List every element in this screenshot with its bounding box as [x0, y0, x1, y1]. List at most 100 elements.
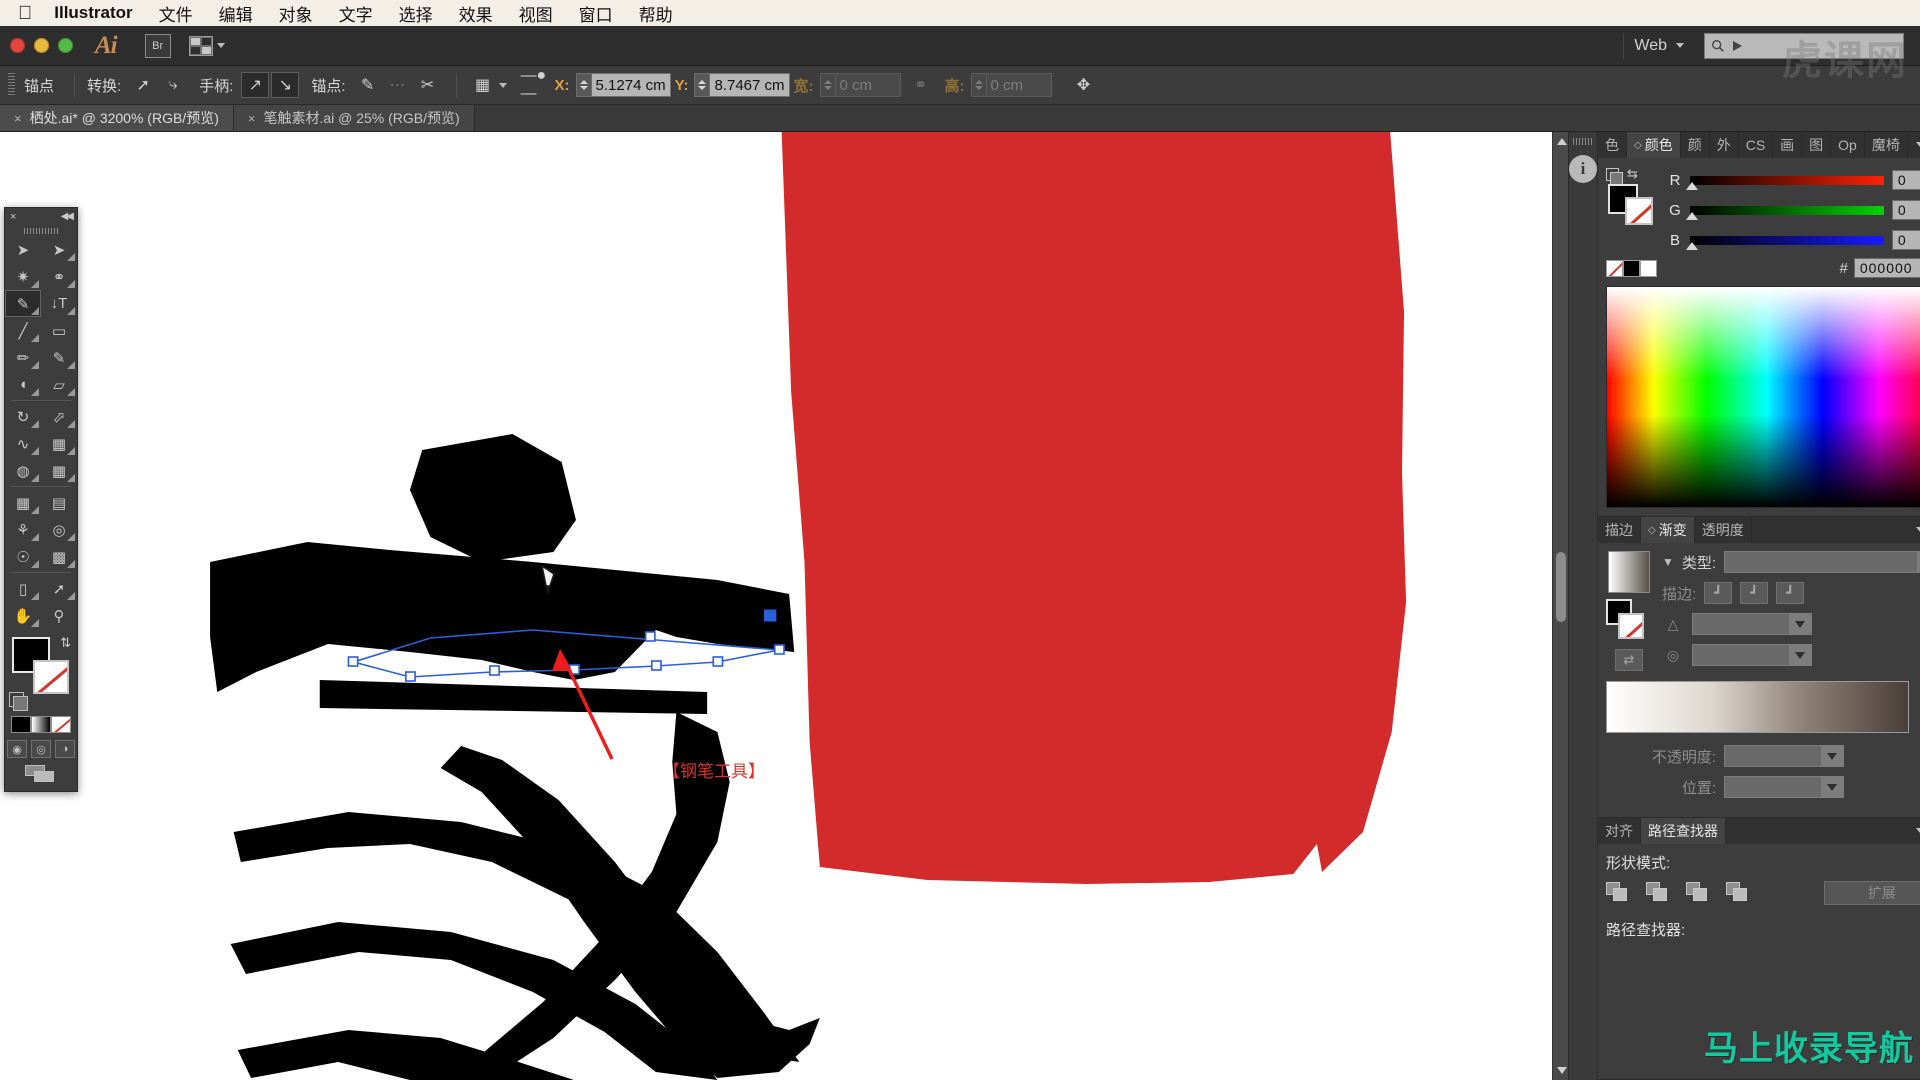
gradient-thumbnail[interactable] [1608, 551, 1650, 593]
shape-builder-tool[interactable]: ◍ [5, 457, 41, 484]
convert-to-smooth-icon[interactable]: ⤷ [159, 72, 187, 98]
search-input[interactable] [1704, 32, 1904, 59]
tab-swatches[interactable]: 色 [1598, 132, 1627, 158]
exclude-button[interactable] [1726, 882, 1752, 904]
tab-symbols[interactable]: 图 [1802, 132, 1832, 158]
width-tool[interactable]: ∿ [5, 430, 41, 457]
menu-item-type[interactable]: 文字 [339, 1, 373, 26]
gradient-panel-menu-button[interactable] [1908, 517, 1920, 543]
tab-cs[interactable]: CS [1739, 132, 1774, 158]
symbol-sprayer-tool[interactable]: ☉ [5, 543, 41, 570]
remove-anchor-icon[interactable]: ✎ [354, 72, 382, 98]
info-icon[interactable]: i [1569, 155, 1597, 183]
menu-item-effect[interactable]: 效果 [459, 1, 493, 26]
menu-item-view[interactable]: 视图 [519, 1, 553, 26]
slice-tool[interactable]: ➚ [41, 575, 77, 602]
hand-tool[interactable]: ✋ [5, 602, 41, 629]
transform-icon[interactable]: ✥ [1070, 72, 1098, 98]
tab-transparency[interactable]: 透明度 [1695, 517, 1752, 543]
b-value[interactable]: 0 [1891, 230, 1920, 250]
draw-normal-button[interactable]: ◉ [7, 740, 27, 758]
gradient-stroke-swatch[interactable] [1618, 613, 1644, 639]
pen-tool[interactable]: ✎ [5, 290, 41, 317]
b-slider-knob[interactable] [1686, 241, 1698, 250]
tab-brushes[interactable]: 画 [1773, 132, 1803, 158]
x-coordinate-field[interactable]: 5.1274 cm [575, 73, 671, 97]
show-handles-icon[interactable]: ↗ [241, 72, 270, 98]
toolbox-grip[interactable] [5, 225, 77, 236]
gradient-mode-button[interactable] [31, 716, 51, 733]
tab-stroke[interactable]: 描边 [1598, 517, 1641, 543]
direct-selection-tool[interactable]: ➤ [41, 236, 77, 263]
rail-grip[interactable] [1573, 138, 1593, 145]
tab-color-guide[interactable]: 颜 [1681, 132, 1710, 158]
artboard-tool[interactable]: ▯ [5, 575, 41, 602]
unite-button[interactable] [1606, 882, 1632, 904]
swap-fill-stroke-icon[interactable]: ⇆ [1627, 166, 1638, 182]
r-slider-knob[interactable] [1686, 181, 1698, 190]
intersect-button[interactable] [1686, 882, 1712, 904]
hex-value[interactable]: 000000 [1853, 258, 1920, 278]
close-icon[interactable]: × [10, 211, 16, 223]
tab-gradient[interactable]: ◇ 渐变 [1641, 517, 1695, 543]
hide-handles-icon[interactable]: ↘ [271, 72, 300, 98]
minimize-window-button[interactable] [34, 38, 49, 53]
gradient-reverse-icon[interactable]: ⇄ [1615, 649, 1643, 671]
isolate-selected-icon[interactable]: ▦ [469, 72, 497, 98]
document-tab-2[interactable]: × 笔触素材.ai @ 25% (RGB/预览) [233, 105, 475, 131]
arrange-documents-button[interactable] [188, 35, 225, 56]
eraser-tool[interactable]: ▱ [41, 371, 77, 398]
fill-stroke-icon[interactable] [1606, 167, 1623, 185]
zoom-tool[interactable]: ⚲ [41, 602, 77, 629]
chevron-down-icon[interactable] [498, 82, 507, 88]
type-tool[interactable]: ↓T [41, 290, 77, 317]
stroke-swatch[interactable] [1625, 197, 1653, 225]
y-stepper[interactable] [694, 73, 710, 97]
toolbox-stroke-swatch[interactable] [33, 660, 69, 694]
free-transform-tool[interactable]: ▦ [41, 430, 77, 457]
lasso-tool[interactable]: ⚭ [41, 263, 77, 290]
scale-tool[interactable]: ⬀ [41, 403, 77, 430]
column-graph-tool[interactable]: ▩ [41, 543, 77, 570]
none-mode-button[interactable] [51, 716, 71, 733]
rotate-tool[interactable]: ↻ [5, 403, 41, 430]
scroll-up-icon[interactable] [1557, 138, 1567, 145]
tab-pathfinder[interactable]: 路径查找器 [1641, 818, 1726, 844]
g-slider-track[interactable] [1686, 205, 1884, 220]
color-panel-menu-button[interactable] [1908, 132, 1920, 158]
r-slider-track[interactable] [1686, 175, 1884, 190]
r-value[interactable]: 0 [1891, 170, 1920, 190]
black-swatch[interactable] [1623, 259, 1640, 277]
pencil-tool[interactable]: ✎ [41, 344, 77, 371]
line-segment-tool[interactable]: ╱ [5, 317, 41, 344]
canvas-vertical-scrollbar[interactable] [1552, 132, 1568, 1080]
canvas-area[interactable]: 【钢笔工具】 [0, 132, 1568, 1080]
close-icon[interactable]: × [248, 111, 256, 126]
chevron-down-icon[interactable]: ▼ [1662, 555, 1674, 569]
gradient-slider-bar[interactable] [1606, 681, 1909, 733]
fill-stroke-swatches[interactable]: ⇆ [1606, 166, 1658, 228]
default-fill-stroke-icon[interactable] [9, 692, 28, 711]
gradient-tool[interactable]: ▤ [41, 489, 77, 516]
apple-logo-icon[interactable]:  [18, 4, 32, 23]
scrollbar-thumb[interactable] [1556, 552, 1566, 622]
tab-magic[interactable]: 魔椅 [1865, 132, 1908, 158]
expand-button[interactable]: 扩展 [1823, 881, 1920, 905]
menu-item-object[interactable]: 对象 [279, 1, 313, 26]
menu-item-select[interactable]: 选择 [399, 1, 433, 26]
g-value[interactable]: 0 [1891, 200, 1920, 220]
menu-item-window[interactable]: 窗口 [579, 1, 613, 26]
control-bar-grip[interactable] [8, 73, 15, 97]
draw-inside-button[interactable]: ◑ [55, 740, 75, 758]
b-slider-track[interactable] [1686, 235, 1884, 250]
draw-behind-button[interactable]: ◎ [31, 740, 51, 758]
y-value[interactable]: 8.7467 cm [709, 73, 790, 97]
bridge-button[interactable]: Br [144, 33, 171, 58]
selected-path-overlay[interactable] [0, 132, 1568, 1080]
spectrum-gradient[interactable] [1607, 287, 1920, 507]
scroll-down-icon[interactable] [1557, 1067, 1567, 1074]
selection-tool[interactable]: ➤ [5, 236, 41, 263]
eyedropper-tool[interactable]: ⚘ [5, 516, 41, 543]
menu-item-edit[interactable]: 编辑 [219, 1, 253, 26]
menu-app-name[interactable]: Illustrator [54, 3, 132, 23]
